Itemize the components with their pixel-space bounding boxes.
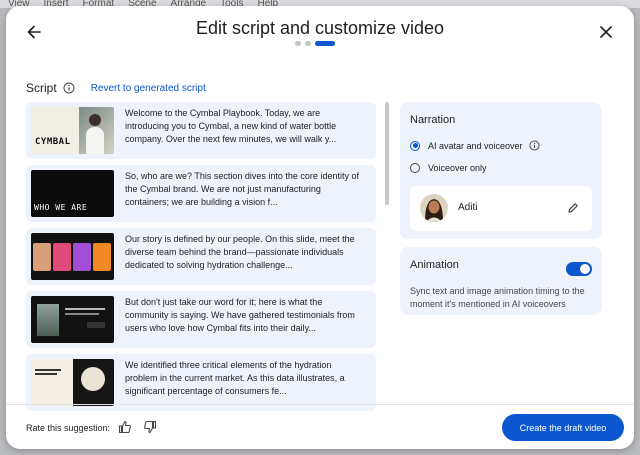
toggle-knob	[580, 264, 590, 274]
thumb-testimonial-stars	[87, 322, 105, 328]
thumb-testimonial-text	[65, 308, 105, 310]
scene-list-scrollbar[interactable]	[385, 102, 389, 205]
close-icon	[600, 26, 612, 38]
scene-text-1[interactable]: Welcome to the Cymbal Playbook. Today, w…	[125, 107, 366, 146]
close-button[interactable]	[594, 20, 618, 44]
step-indicator	[295, 41, 335, 46]
scene-card-1[interactable]: CYMBAL Welcome to the Cymbal Playbook. T…	[26, 102, 376, 159]
thumbs-up-icon	[118, 420, 131, 434]
thumb-person-body	[86, 127, 104, 154]
animation-panel: Animation Sync text and image animation …	[400, 247, 602, 315]
revert-script-link[interactable]: Revert to generated script	[91, 83, 206, 94]
radio-voiceover-only[interactable]: Voiceover only	[410, 163, 487, 173]
voice-name: Aditi	[458, 202, 478, 213]
scene-thumbnail-2: WHO WE ARE	[31, 170, 114, 217]
radio-unselected-icon[interactable]	[410, 163, 420, 173]
scene-card-5[interactable]: We identified three critical elements of…	[26, 354, 376, 411]
thumbs-down-icon	[144, 420, 157, 434]
thumb-team-1	[33, 243, 51, 271]
thumb-team-4	[93, 243, 111, 271]
scene-thumbnail-5	[31, 359, 114, 406]
scene-card-3[interactable]: Our story is defined by our people. On t…	[26, 228, 376, 285]
avatar	[420, 194, 448, 222]
scene-card-2[interactable]: WHO WE ARE So, who are we? This section …	[26, 165, 376, 222]
step-dot-2	[305, 41, 311, 46]
radio-label-ai-avatar: AI avatar and voiceover	[428, 140, 523, 151]
radio-label-voiceover-only: Voiceover only	[428, 163, 487, 173]
thumb-team-2	[53, 243, 71, 271]
voice-card: Aditi	[410, 186, 592, 231]
info-icon[interactable]	[63, 82, 75, 94]
thumb-title-text: WHO WE ARE	[34, 203, 88, 212]
footer-divider	[6, 404, 634, 405]
scene-thumbnail-1: CYMBAL	[31, 107, 114, 154]
thumb-title-text: CYMBAL	[35, 137, 71, 147]
animation-description: Sync text and image animation timing to …	[410, 286, 585, 309]
animation-title: Animation	[410, 259, 459, 271]
step-dot-3-active	[315, 41, 335, 46]
narration-panel: Narration AI avatar and voiceover Voiceo…	[400, 102, 602, 239]
edit-voice-button[interactable]	[566, 201, 580, 215]
scene-text-4[interactable]: But don't just take our word for it; her…	[125, 296, 366, 335]
animation-toggle[interactable]	[566, 262, 592, 276]
thumb-heading-2	[35, 373, 57, 375]
pencil-icon	[568, 203, 578, 213]
scene-text-2[interactable]: So, who are we? This section dives into …	[125, 170, 366, 209]
info-icon[interactable]	[529, 140, 540, 151]
thumbs-down-button[interactable]	[143, 420, 157, 434]
dialog-title: Edit script and customize video	[195, 18, 445, 38]
create-draft-video-button[interactable]: Create the draft video	[502, 414, 624, 441]
thumb-heading	[35, 369, 61, 371]
radio-ai-avatar-voiceover[interactable]: AI avatar and voiceover	[410, 140, 540, 151]
thumb-team-3	[73, 243, 91, 271]
radio-selected-icon[interactable]	[410, 140, 420, 151]
scene-card-4[interactable]: But don't just take our word for it; her…	[26, 291, 376, 348]
thumb-testimonial-text-2	[65, 313, 99, 315]
scene-thumbnail-3	[31, 233, 114, 280]
step-dot-1	[295, 41, 301, 46]
rate-label: Rate this suggestion:	[26, 423, 111, 433]
script-label: Script	[26, 81, 57, 95]
scene-text-3[interactable]: Our story is defined by our people. On t…	[125, 233, 366, 272]
thumb-testimonial-photo	[37, 304, 59, 336]
thumbs-up-button[interactable]	[118, 420, 132, 434]
scene-text-5[interactable]: We identified three critical elements of…	[125, 359, 366, 398]
script-header: Script Revert to generated script	[26, 81, 206, 95]
scene-list[interactable]: CYMBAL Welcome to the Cymbal Playbook. T…	[26, 102, 378, 412]
narration-title: Narration	[410, 114, 456, 126]
thumb-circle	[81, 367, 105, 391]
edit-script-dialog: Edit script and customize video Script R…	[6, 6, 634, 449]
scene-thumbnail-4	[31, 296, 114, 343]
thumb-person-shape	[89, 114, 101, 126]
